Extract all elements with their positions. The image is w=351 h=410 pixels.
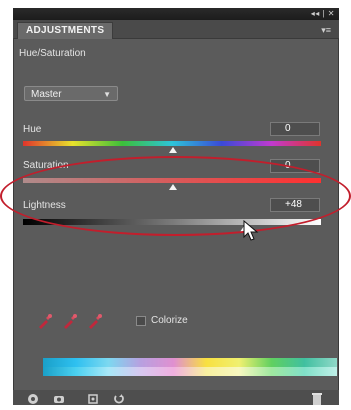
lightness-value-field[interactable]: +48 <box>270 198 320 212</box>
adjustment-subtitle: Hue/Saturation <box>19 48 86 59</box>
lightness-slider-track[interactable] <box>23 219 321 225</box>
eyedropper-icon[interactable] <box>37 313 53 334</box>
panel-window-controls[interactable]: ◂◂ | ✕ <box>311 9 335 18</box>
reset-icon[interactable] <box>113 392 125 410</box>
tab-adjustments-label: ADJUSTMENTS <box>26 25 105 36</box>
tab-bar: ADJUSTMENTS ▾≡ <box>13 20 339 39</box>
channel-select-value: Master <box>31 89 62 100</box>
panel-menu-icon[interactable]: ▾≡ <box>321 25 331 36</box>
colorize-checkbox[interactable] <box>136 316 146 326</box>
hue-slider-track[interactable] <box>23 141 321 146</box>
saturation-value-field[interactable]: 0 <box>270 159 320 173</box>
lightness-label: Lightness <box>23 200 66 211</box>
clip-icon[interactable] <box>87 392 99 410</box>
saturation-label: Saturation <box>23 160 69 171</box>
trash-icon[interactable] <box>312 392 322 410</box>
hue-value-field[interactable]: 0 <box>270 122 320 136</box>
return-icon[interactable] <box>27 392 39 410</box>
chevron-down-icon: ▼ <box>103 90 111 99</box>
eyedropper-plus-icon[interactable] <box>62 313 78 334</box>
output-spectrum-bar <box>43 367 337 376</box>
adjustments-panel: ◂◂ | ✕ ADJUSTMENTS ▾≡ Hue/Saturation Mas… <box>13 8 339 405</box>
hue-slider-thumb[interactable] <box>169 147 177 153</box>
hue-label: Hue <box>23 124 42 135</box>
bottom-toolbar <box>13 390 339 405</box>
view-icon[interactable] <box>53 392 65 410</box>
mouse-cursor-icon <box>243 219 259 247</box>
saturation-slider-track[interactable] <box>23 178 321 183</box>
panel-title-strip: ◂◂ | ✕ <box>13 8 339 20</box>
input-spectrum-bar <box>43 358 337 367</box>
eyedropper-minus-icon[interactable] <box>87 313 103 334</box>
saturation-slider-thumb[interactable] <box>169 184 177 190</box>
channel-select[interactable]: Master ▼ <box>24 86 118 101</box>
tab-adjustments[interactable]: ADJUSTMENTS <box>17 22 114 39</box>
colorize-label: Colorize <box>151 315 188 326</box>
